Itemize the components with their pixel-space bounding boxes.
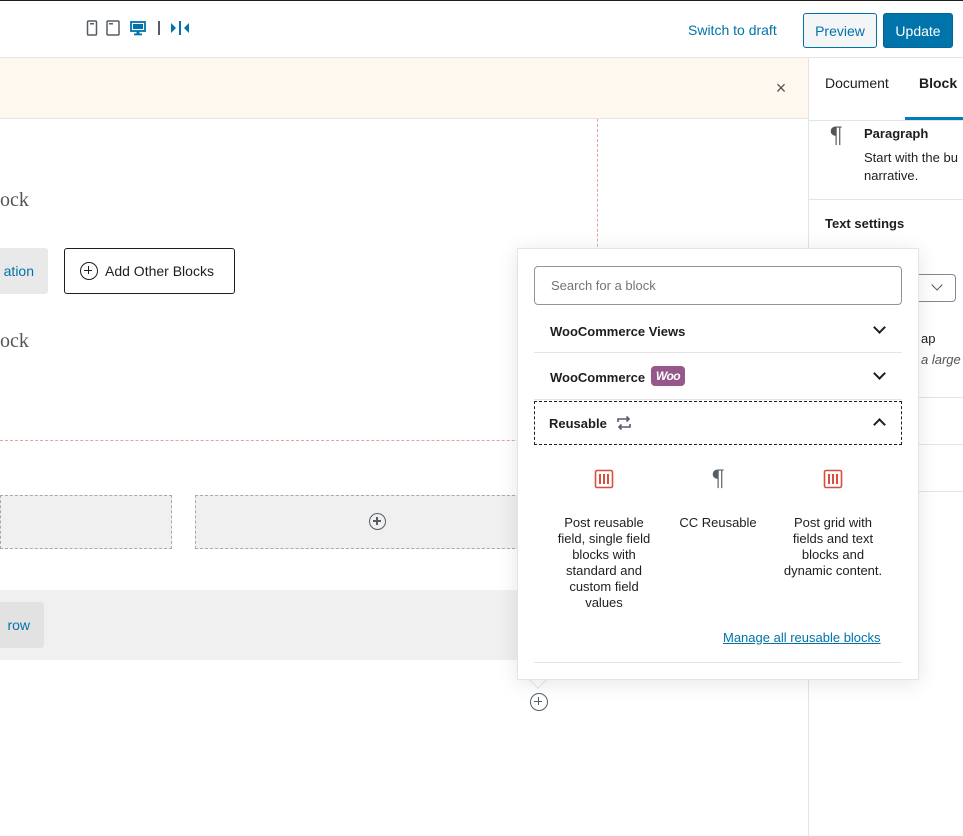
reusable-block-item[interactable]: Post grid with fields and text blocks an… <box>778 464 888 579</box>
panel-woocommerce[interactable]: WooCommerce Woo <box>534 353 902 400</box>
block-description-line: narrative. <box>864 168 919 183</box>
block-outline <box>0 440 600 441</box>
column-placeholder[interactable] <box>0 495 172 549</box>
paragraph-icon: ¶ <box>829 124 843 149</box>
add-other-blocks-label: Add Other Blocks <box>105 263 214 279</box>
toolbar-separator <box>158 21 160 35</box>
manage-reusable-blocks-link[interactable]: Manage all reusable blocks <box>723 630 881 645</box>
add-block-plus-icon[interactable] <box>530 693 548 711</box>
divider <box>809 120 963 121</box>
pilcrow-icon: ¶ <box>711 466 725 492</box>
panel-title: WooCommerce <box>550 370 646 385</box>
block-label: Post reusable field, single field blocks… <box>557 515 651 610</box>
chevron-down-icon <box>931 279 943 291</box>
desktop-preview-icon[interactable] <box>130 20 146 36</box>
divider <box>534 399 902 400</box>
panel-title: Reusable <box>549 416 607 431</box>
block-heading-text: ock <box>0 189 29 211</box>
update-button[interactable]: Update <box>883 13 953 48</box>
close-icon[interactable]: × <box>772 78 790 98</box>
block-inserter-popover: WooCommerce Views WooCommerce Woo Reusab… <box>517 248 919 680</box>
text-settings-heading[interactable]: Text settings <box>825 216 904 231</box>
divider <box>534 662 902 663</box>
row-block <box>0 590 600 660</box>
tab-document[interactable]: Document <box>825 75 889 91</box>
block-heading-text: ock <box>0 330 29 352</box>
switch-to-draft-button[interactable]: Switch to draft <box>680 19 785 41</box>
reusable-block-item[interactable]: Post reusable field, single field blocks… <box>549 464 659 611</box>
editor-header: Switch to draft Preview Update <box>0 0 963 58</box>
chevron-down-icon <box>873 321 886 334</box>
block-label: Post grid with fields and text blocks an… <box>783 515 883 578</box>
add-other-blocks-button[interactable]: Add Other Blocks <box>64 248 235 294</box>
split-view-icon[interactable] <box>170 20 190 36</box>
notice-bar <box>0 58 808 119</box>
block-description: Start with the bu narrative. <box>864 149 963 185</box>
block-description-line: Start with the bu <box>864 150 958 165</box>
grid-table-icon <box>778 464 888 494</box>
divider <box>809 199 963 200</box>
woo-logo-icon: Woo <box>651 366 685 386</box>
add-block-plus-icon[interactable] <box>369 513 386 530</box>
panel-reusable[interactable]: Reusable <box>534 401 902 445</box>
partial-button[interactable]: ation <box>0 248 48 294</box>
chevron-down-icon <box>873 367 886 380</box>
preview-button[interactable]: Preview <box>803 13 877 48</box>
reusable-icon <box>616 415 632 431</box>
panel-title: WooCommerce Views <box>550 324 686 339</box>
mobile-preview-icon[interactable] <box>86 20 100 36</box>
block-title: Paragraph <box>864 126 929 141</box>
reusable-block-item[interactable]: ¶ CC Reusable <box>663 464 773 531</box>
grid-table-icon <box>549 464 659 494</box>
column-placeholder[interactable] <box>195 495 525 549</box>
plus-circle-icon <box>80 262 98 280</box>
panel-woocommerce-views[interactable]: WooCommerce Views <box>534 307 902 354</box>
row-button[interactable]: row <box>0 602 44 648</box>
drop-cap-label: ap <box>921 331 936 346</box>
chevron-up-icon <box>873 418 886 431</box>
tablet-preview-icon[interactable] <box>106 20 120 36</box>
block-search-input[interactable] <box>534 266 902 305</box>
tab-block[interactable]: Block <box>919 75 957 91</box>
drop-cap-help: a large <box>921 352 961 367</box>
block-label: CC Reusable <box>679 515 757 530</box>
